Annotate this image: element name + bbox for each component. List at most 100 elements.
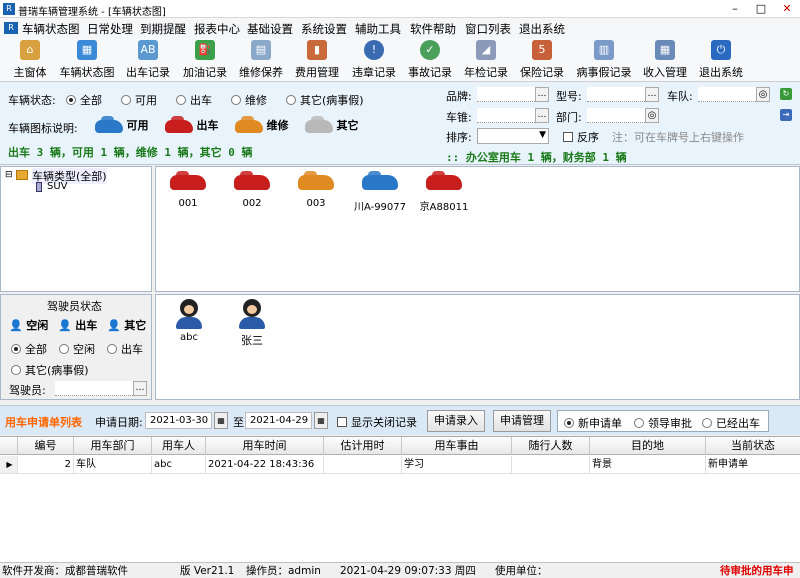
driver-label: 驾驶员: <box>9 384 46 397</box>
team-select-button[interactable]: ◎ <box>756 87 770 102</box>
menu-item-reminder[interactable]: 到期提醒 <box>140 21 186 37</box>
driver-avatar-icon <box>180 299 198 317</box>
driver-ellipsis-button[interactable]: … <box>133 381 147 396</box>
driver-radio-other[interactable]: 其它(病事假) <box>11 362 89 378</box>
status-radio-all[interactable]: 全部 <box>66 92 102 108</box>
col-dept[interactable]: 用车部门 <box>74 437 152 455</box>
driver-idle-icon: 👤 <box>9 319 23 332</box>
tree-root-item[interactable]: 车辆类型(全部) <box>32 168 107 184</box>
team-input[interactable]: ◎ <box>698 87 770 102</box>
legend-out: 出车 <box>165 115 219 133</box>
request-entry-button[interactable]: 申请录入 <box>427 410 485 432</box>
car-red-icon <box>234 171 270 190</box>
vehicle-item[interactable]: 002 <box>222 171 282 209</box>
request-manage-button[interactable]: 申请管理 <box>493 410 551 432</box>
toolbar-vehicle-status-button[interactable]: ▦ 车辆状态图 <box>57 40 117 80</box>
sort-select[interactable]: ▼ <box>477 128 549 144</box>
toolbar-insurance-button[interactable]: 5 保险记录 <box>518 40 566 80</box>
driver-input[interactable]: … <box>55 381 147 396</box>
driver-avatar-icon <box>243 299 261 317</box>
driver-radio-idle[interactable]: 空闲 <box>59 341 95 357</box>
toolbar-leave-button[interactable]: ▥ 病事假记录 <box>574 40 634 80</box>
toolbar-accident-button[interactable]: ✓ 事故记录 <box>406 40 454 80</box>
team-label: 车队: <box>667 90 693 103</box>
menu-item-daily[interactable]: 日常处理 <box>87 21 133 37</box>
close-button[interactable]: ✕ <box>774 0 800 17</box>
col-id[interactable]: 编号 <box>18 437 74 455</box>
col-user[interactable]: 用车人 <box>152 437 206 455</box>
request-status-group: 新申请单 领导审批 已经出车 <box>557 410 769 432</box>
menu-item-tools[interactable]: 辅助工具 <box>355 21 401 37</box>
maintenance-icon: ▤ <box>251 40 271 60</box>
car-gray-icon <box>305 115 333 133</box>
toolbar-violation-button[interactable]: ! 违章记录 <box>350 40 398 80</box>
calendar-icon[interactable]: ▦ <box>214 412 228 429</box>
request-date-label: 申请日期: <box>95 416 143 429</box>
driver-item[interactable]: 张三 <box>232 299 272 348</box>
car-blue-icon <box>362 171 398 190</box>
request-radio-out[interactable]: 已经出车 <box>702 415 760 431</box>
menu-item-basic-settings[interactable]: 基础设置 <box>247 21 293 37</box>
brand-input[interactable]: … <box>477 87 549 102</box>
driver-radio-out[interactable]: 出车 <box>107 341 143 357</box>
inspection-icon: ◢ <box>476 40 496 60</box>
brand-ellipsis-button[interactable]: … <box>535 87 549 102</box>
maximize-button[interactable]: □ <box>748 0 774 17</box>
toolbar-maintenance-button[interactable]: ▤ 维修保养 <box>237 40 285 80</box>
request-radio-approval[interactable]: 领导审批 <box>634 415 692 431</box>
col-time[interactable]: 用车时间 <box>206 437 324 455</box>
dept-input[interactable]: ◎ <box>587 108 659 123</box>
vehicle-item[interactable]: 京A88011 <box>414 171 474 213</box>
reverse-checkbox[interactable]: 反序 <box>563 129 599 145</box>
menu-item-help[interactable]: 软件帮助 <box>410 21 456 37</box>
menu-item-system-settings[interactable]: 系统设置 <box>301 21 347 37</box>
request-radio-new[interactable]: 新申请单 <box>564 415 622 431</box>
color-ellipsis-button[interactable]: … <box>535 108 549 123</box>
row-selector-icon[interactable]: ▶ <box>0 456 18 474</box>
vehicle-status-label: 车辆状态: <box>8 94 56 107</box>
dept-select-button[interactable]: ◎ <box>645 108 659 123</box>
col-destination[interactable]: 目的地 <box>590 437 706 455</box>
col-passengers[interactable]: 随行人数 <box>512 437 590 455</box>
col-duration[interactable]: 估计用时 <box>324 437 402 455</box>
tree-child-item[interactable]: SUV <box>47 181 68 192</box>
menu-item-exit[interactable]: 退出系统 <box>519 21 565 37</box>
model-ellipsis-button[interactable]: … <box>645 87 659 102</box>
toolbar-exit-button[interactable]: ⏻ 退出系统 <box>697 40 745 80</box>
date-to-input[interactable]: 2021-04-29 <box>245 412 312 429</box>
driver-radio-all[interactable]: 全部 <box>11 341 47 357</box>
menu-item-vehicle-status[interactable]: 车辆状态图 <box>22 21 80 37</box>
calendar-icon[interactable]: ▦ <box>314 412 328 429</box>
col-reason[interactable]: 用车事由 <box>402 437 512 455</box>
vehicle-item[interactable]: 001 <box>158 171 218 209</box>
car-red-icon <box>165 115 193 133</box>
status-radio-available[interactable]: 可用 <box>121 92 157 108</box>
accident-icon: ✓ <box>420 40 440 60</box>
menu-item-reports[interactable]: 报表中心 <box>194 21 240 37</box>
status-radio-repair[interactable]: 维修 <box>231 92 267 108</box>
export-icon[interactable]: ⇥ <box>780 109 792 121</box>
menu-item-window-list[interactable]: 窗口列表 <box>465 21 511 37</box>
toolbar-home-button[interactable]: ⌂ 主窗体 <box>12 40 48 80</box>
color-input[interactable]: … <box>477 108 549 123</box>
status-radio-out[interactable]: 出车 <box>176 92 212 108</box>
violation-icon: ! <box>364 40 384 60</box>
model-input[interactable]: … <box>587 87 659 102</box>
vehicle-item[interactable]: 003 <box>286 171 346 209</box>
toolbar-inspection-button[interactable]: ◢ 年检记录 <box>462 40 510 80</box>
refresh-icon[interactable]: ↻ <box>780 88 792 100</box>
driver-item[interactable]: abc <box>169 299 209 343</box>
vehicle-item[interactable]: 川A-99077 <box>350 171 410 213</box>
col-status[interactable]: 当前状态 <box>706 437 800 455</box>
legend-label: 车辆图标说明: <box>8 122 78 135</box>
show-closed-checkbox[interactable]: 显示关闭记录 <box>337 414 417 430</box>
status-radio-other[interactable]: 其它(病事假) <box>286 92 364 108</box>
menu-bar: R 车辆状态图 日常处理 到期提醒 报表中心 基础设置 系统设置 辅助工具 软件… <box>0 18 800 38</box>
minimize-button[interactable]: – <box>722 0 748 17</box>
toolbar-income-button[interactable]: ▦ 收入管理 <box>641 40 689 80</box>
date-from-input[interactable]: 2021-03-30 <box>145 412 212 429</box>
collapse-icon[interactable]: ⊟ <box>5 170 13 180</box>
toolbar-fuel-record-button[interactable]: ⛽ 加油记录 <box>181 40 229 80</box>
toolbar-trip-record-button[interactable]: AB 出车记录 <box>124 40 172 80</box>
toolbar-expense-button[interactable]: ▮ 费用管理 <box>293 40 341 80</box>
